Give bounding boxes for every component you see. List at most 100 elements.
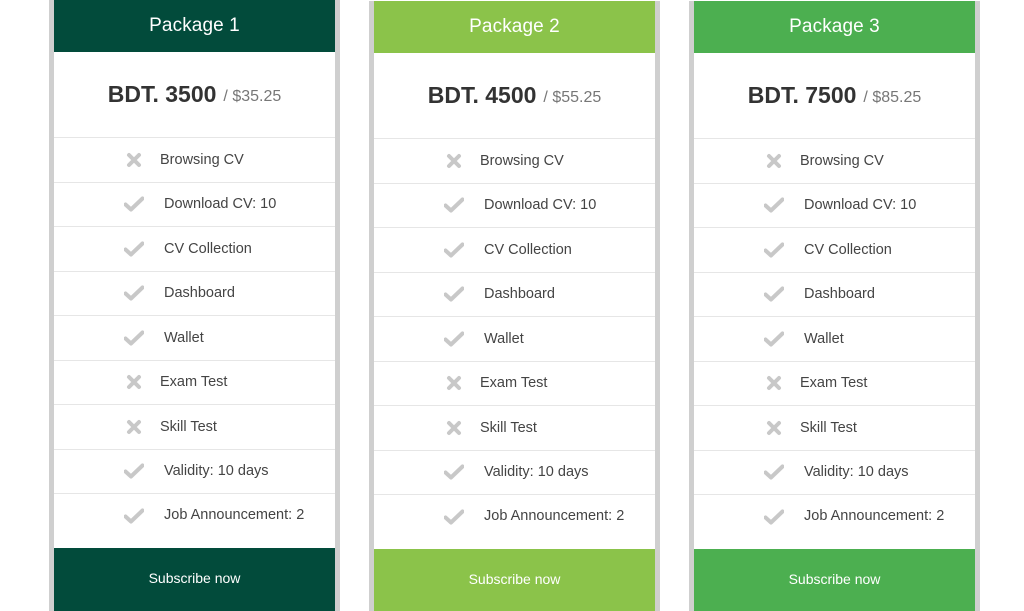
- feature-label: Browsing CV: [800, 152, 884, 169]
- check-icon: [444, 463, 464, 481]
- check-icon: [124, 507, 144, 525]
- subscribe-button[interactable]: Subscribe now: [54, 548, 335, 611]
- feature-label: Exam Test: [800, 375, 868, 392]
- feature-label: Download CV: 10: [804, 197, 917, 214]
- feature-item: Download CV: 10: [374, 184, 655, 228]
- check-icon: [444, 196, 464, 214]
- pricing-card-package-3: Package 3 BDT. 7500 / $85.25 Browsing CV…: [689, 1, 980, 611]
- feature-item: Job Announcement: 2: [374, 495, 655, 549]
- feature-item: Browsing CV: [694, 139, 975, 184]
- price-bdt: BDT. 7500: [747, 82, 857, 108]
- package-title: Package 1: [149, 15, 240, 36]
- feature-label: Exam Test: [480, 375, 548, 392]
- check-icon: [124, 462, 144, 480]
- feature-label: CV Collection: [164, 240, 252, 257]
- feature-item: Wallet: [374, 317, 655, 362]
- feature-item: Exam Test: [374, 362, 655, 406]
- feature-item: CV Collection: [374, 228, 655, 273]
- feature-label: Wallet: [484, 330, 524, 347]
- feature-label: Validity: 10 days: [484, 464, 589, 481]
- times-icon: [124, 418, 144, 436]
- package-title: Package 2: [469, 16, 560, 37]
- feature-item: CV Collection: [694, 228, 975, 273]
- times-icon: [124, 151, 144, 169]
- price-usd: / $85.25: [863, 88, 922, 106]
- check-icon: [764, 508, 784, 526]
- feature-label: CV Collection: [804, 241, 892, 258]
- subscribe-button[interactable]: Subscribe now: [694, 549, 975, 611]
- times-icon: [764, 152, 784, 170]
- price-block: BDT. 7500 / $85.25: [694, 53, 975, 139]
- feature-item: Skill Test: [54, 405, 335, 450]
- check-icon: [764, 330, 784, 348]
- pricing-table: Package 1 BDT. 3500 / $35.25 Browsing CV…: [0, 0, 1024, 611]
- feature-item: Download CV: 10: [54, 183, 335, 227]
- feature-label: Job Announcement: 2: [804, 508, 945, 524]
- feature-item: Exam Test: [54, 361, 335, 405]
- feature-label: Dashboard: [804, 286, 875, 303]
- times-icon: [444, 152, 464, 170]
- feature-item: Job Announcement: 2: [54, 494, 335, 548]
- subscribe-button[interactable]: Subscribe now: [374, 549, 655, 611]
- feature-label: Skill Test: [480, 419, 537, 436]
- check-icon: [124, 240, 144, 258]
- check-icon: [444, 285, 464, 303]
- feature-list: Browsing CV Download CV: 10 CV Collection D…: [54, 138, 335, 548]
- feature-label: Download CV: 10: [484, 197, 597, 214]
- feature-label: Download CV: 10: [164, 196, 277, 213]
- feature-label: Validity: 10 days: [164, 463, 269, 480]
- feature-item: Browsing CV: [374, 139, 655, 184]
- check-icon: [444, 241, 464, 259]
- feature-item: Download CV: 10: [694, 184, 975, 228]
- price-block: BDT. 3500 / $35.25: [54, 52, 335, 138]
- check-icon: [444, 508, 464, 526]
- feature-item: Dashboard: [54, 272, 335, 316]
- package-header: Package 2: [374, 1, 655, 53]
- feature-label: Dashboard: [164, 285, 235, 302]
- times-icon: [124, 373, 144, 391]
- feature-item: Skill Test: [694, 406, 975, 451]
- package-title: Package 3: [789, 16, 880, 37]
- price-usd: / $35.25: [223, 87, 282, 105]
- price-block: BDT. 4500 / $55.25: [374, 53, 655, 139]
- feature-item: CV Collection: [54, 227, 335, 272]
- check-icon: [764, 241, 784, 259]
- feature-label: Skill Test: [160, 418, 217, 435]
- price-bdt: BDT. 4500: [427, 82, 537, 108]
- feature-label: Exam Test: [160, 374, 228, 391]
- times-icon: [764, 419, 784, 437]
- price-bdt: BDT. 3500: [107, 81, 217, 107]
- feature-label: Dashboard: [484, 286, 555, 303]
- feature-label: Job Announcement: 2: [484, 508, 625, 524]
- pricing-card-package-2: Package 2 BDT. 4500 / $55.25 Browsing CV…: [369, 1, 660, 611]
- feature-item: Validity: 10 days: [374, 451, 655, 495]
- feature-item: Skill Test: [374, 406, 655, 451]
- feature-label: Validity: 10 days: [804, 464, 909, 481]
- check-icon: [764, 463, 784, 481]
- check-icon: [124, 195, 144, 213]
- package-header: Package 1: [54, 0, 335, 52]
- price-usd: / $55.25: [543, 88, 602, 106]
- check-icon: [124, 284, 144, 302]
- feature-item: Validity: 10 days: [694, 451, 975, 495]
- check-icon: [764, 285, 784, 303]
- times-icon: [764, 374, 784, 392]
- times-icon: [444, 419, 464, 437]
- check-icon: [124, 329, 144, 347]
- feature-item: Browsing CV: [54, 138, 335, 183]
- feature-list: Browsing CV Download CV: 10 CV Collection D…: [694, 139, 975, 549]
- feature-label: Wallet: [804, 330, 844, 347]
- feature-label: Job Announcement: 2: [164, 507, 305, 523]
- check-icon: [444, 330, 464, 348]
- check-icon: [764, 196, 784, 214]
- feature-list: Browsing CV Download CV: 10 CV Collection D…: [374, 139, 655, 549]
- feature-label: Browsing CV: [160, 151, 244, 168]
- pricing-card-package-1: Package 1 BDT. 3500 / $35.25 Browsing CV…: [49, 0, 340, 611]
- feature-item: Job Announcement: 2: [694, 495, 975, 549]
- feature-item: Dashboard: [374, 273, 655, 317]
- feature-item: Wallet: [54, 316, 335, 361]
- feature-label: CV Collection: [484, 241, 572, 258]
- feature-label: Skill Test: [800, 419, 857, 436]
- feature-item: Wallet: [694, 317, 975, 362]
- feature-item: Validity: 10 days: [54, 450, 335, 494]
